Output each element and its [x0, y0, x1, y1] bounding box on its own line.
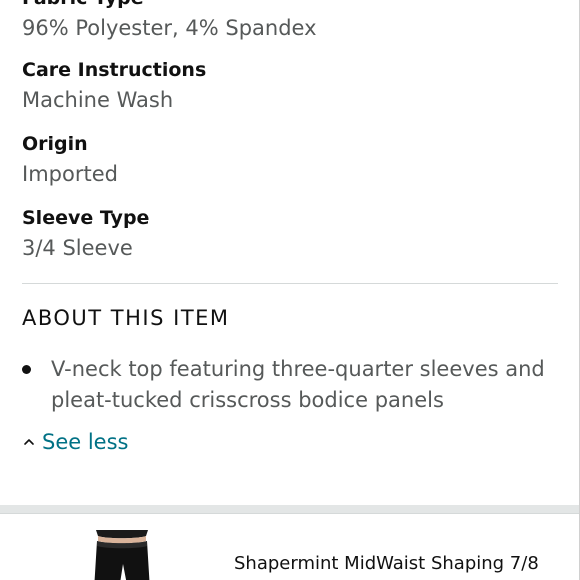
- detail-value-care-instructions: Machine Wash: [22, 88, 174, 112]
- related-product-card[interactable]: Shapermint MidWaist Shaping 7/8: [0, 513, 579, 580]
- chevron-up-icon: [24, 439, 34, 445]
- section-divider: [22, 283, 558, 284]
- see-less-label: See less: [42, 430, 129, 454]
- detail-label-origin: Origin: [22, 133, 88, 155]
- see-less-link[interactable]: See less: [22, 428, 128, 456]
- about-bullet-text: V-neck top featuring three-quarter sleev…: [51, 357, 545, 412]
- detail-label-sleeve-type: Sleeve Type: [22, 207, 150, 229]
- detail-origin: Origin Imported: [22, 132, 118, 188]
- about-heading: ABOUT THIS ITEM: [22, 306, 230, 330]
- leggings-product-image[interactable]: [88, 530, 156, 580]
- detail-care-instructions: Care Instructions Machine Wash: [22, 58, 206, 114]
- detail-fabric-type: Fabric Type 96% Polyester, 4% Spandex: [22, 0, 317, 42]
- section-separator-band: [0, 505, 579, 513]
- detail-value-fabric-type: 96% Polyester, 4% Spandex: [22, 16, 317, 40]
- detail-value-origin: Imported: [22, 162, 118, 186]
- detail-sleeve-type: Sleeve Type 3/4 Sleeve: [22, 206, 149, 262]
- leggings-icon: [94, 530, 150, 580]
- related-product-title[interactable]: Shapermint MidWaist Shaping 7/8: [234, 552, 539, 576]
- product-details-page: Fabric Type 96% Polyester, 4% Spandex Ca…: [0, 0, 580, 580]
- bullet-icon: [22, 365, 31, 374]
- detail-value-sleeve-type: 3/4 Sleeve: [22, 236, 133, 260]
- detail-label-fabric-type: Fabric Type: [22, 0, 317, 10]
- detail-label-care-instructions: Care Instructions: [22, 59, 207, 81]
